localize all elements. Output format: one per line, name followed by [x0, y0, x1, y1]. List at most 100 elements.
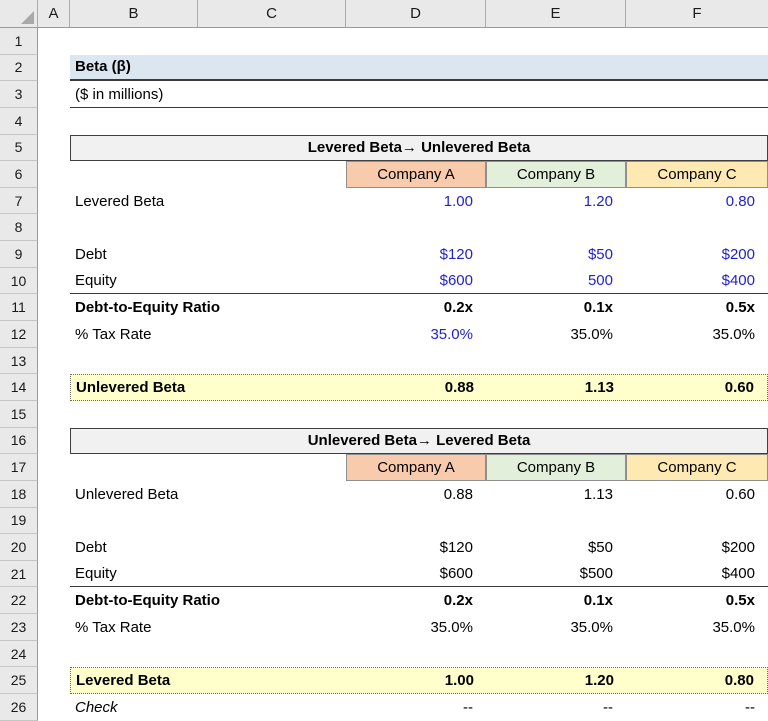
sheet-row-9: 9 Debt $120 $50 $200 [0, 241, 768, 268]
table1-title[interactable]: Levered Beta→ Unlevered Beta [70, 135, 768, 162]
row-header-5[interactable]: 5 [0, 135, 38, 162]
row-header-3[interactable]: 3 [0, 81, 38, 108]
table1-company-a-header[interactable]: Company A [346, 161, 486, 188]
row-header-1[interactable]: 1 [0, 28, 38, 55]
col-header-B[interactable]: B [70, 0, 198, 27]
row-header-7[interactable]: 7 [0, 188, 38, 215]
row-header-13[interactable]: 13 [0, 348, 38, 375]
units-subtitle[interactable]: ($ in millions) [70, 81, 768, 108]
table2-company-b-header[interactable]: Company B [486, 454, 626, 481]
table2-debt-company-a[interactable]: $120 [346, 534, 486, 561]
table1-levered-beta-company-a[interactable]: 1.00 [346, 188, 486, 215]
sheet-row-10: 10 Equity $600 500 $400 [0, 268, 768, 295]
table1-company-c-header[interactable]: Company C [626, 161, 768, 188]
table2-check-label[interactable]: Check [70, 694, 346, 721]
row-header-17[interactable]: 17 [0, 454, 38, 481]
table2-debt-company-b[interactable]: $50 [486, 534, 626, 561]
table1-debt-label[interactable]: Debt [70, 241, 346, 268]
table2-check-company-b[interactable]: -- [486, 694, 626, 721]
table2-debt-label[interactable]: Debt [70, 534, 346, 561]
table2-debt-company-c[interactable]: $200 [626, 534, 768, 561]
sheet-row-26: 26 Check -- -- -- [0, 694, 768, 721]
row-header-8[interactable]: 8 [0, 214, 38, 241]
row-header-15[interactable]: 15 [0, 401, 38, 428]
row-header-4[interactable]: 4 [0, 108, 38, 135]
table2-unlevered-beta-company-c[interactable]: 0.60 [626, 481, 768, 508]
row-header-21[interactable]: 21 [0, 561, 38, 588]
table2-levered-beta-company-c[interactable]: 0.80 [627, 668, 767, 693]
row-header-12[interactable]: 12 [0, 321, 38, 348]
table2-check-company-a[interactable]: -- [346, 694, 486, 721]
table2-de-ratio-company-a[interactable]: 0.2x [346, 587, 486, 614]
col-header-F[interactable]: F [626, 0, 768, 27]
select-all-corner[interactable] [0, 0, 38, 27]
table2-unlevered-beta-company-b[interactable]: 1.13 [486, 481, 626, 508]
table2-tax-rate-label[interactable]: % Tax Rate [70, 614, 346, 641]
table2-equity-company-b[interactable]: $500 [486, 561, 626, 587]
table1-unlevered-beta-label[interactable]: Unlevered Beta [71, 375, 347, 400]
table2-tax-rate-company-b[interactable]: 35.0% [486, 614, 626, 641]
table2-levered-beta-company-b[interactable]: 1.20 [487, 668, 627, 693]
sheet-row-2: 2 Beta (β) [0, 55, 768, 82]
row-header-26[interactable]: 26 [0, 694, 38, 721]
row-header-20[interactable]: 20 [0, 534, 38, 561]
table1-de-ratio-label[interactable]: Debt-to-Equity Ratio [70, 294, 346, 321]
table1-debt-company-a[interactable]: $120 [346, 241, 486, 268]
row-header-23[interactable]: 23 [0, 614, 38, 641]
table1-equity-company-b[interactable]: 500 [486, 268, 626, 294]
table2-equity-company-c[interactable]: $400 [626, 561, 768, 587]
row-header-19[interactable]: 19 [0, 508, 38, 535]
table1-equity-company-c[interactable]: $400 [626, 268, 768, 294]
table1-de-ratio-company-c[interactable]: 0.5x [626, 294, 768, 321]
row-header-25[interactable]: 25 [0, 667, 38, 694]
table2-tax-rate-company-a[interactable]: 35.0% [346, 614, 486, 641]
row-header-2[interactable]: 2 [0, 55, 38, 82]
table2-equity-company-a[interactable]: $600 [346, 561, 486, 587]
table1-debt-company-c[interactable]: $200 [626, 241, 768, 268]
row-header-6[interactable]: 6 [0, 161, 38, 188]
table2-unlevered-beta-company-a[interactable]: 0.88 [346, 481, 486, 508]
table2-levered-beta-label[interactable]: Levered Beta [71, 668, 347, 693]
row-header-22[interactable]: 22 [0, 587, 38, 614]
table1-levered-beta-company-c[interactable]: 0.80 [626, 188, 768, 215]
row-header-24[interactable]: 24 [0, 641, 38, 668]
row-header-10[interactable]: 10 [0, 268, 38, 295]
col-header-D[interactable]: D [346, 0, 486, 27]
table2-levered-beta-company-a[interactable]: 1.00 [347, 668, 487, 693]
table1-equity-company-a[interactable]: $600 [346, 268, 486, 294]
row-header-18[interactable]: 18 [0, 481, 38, 508]
row-header-11[interactable]: 11 [0, 294, 38, 321]
page-title[interactable]: Beta (β) [70, 55, 768, 82]
table1-de-ratio-company-a[interactable]: 0.2x [346, 294, 486, 321]
col-header-A[interactable]: A [38, 0, 70, 27]
table1-de-ratio-company-b[interactable]: 0.1x [486, 294, 626, 321]
table1-levered-beta-company-b[interactable]: 1.20 [486, 188, 626, 215]
table2-de-ratio-company-b[interactable]: 0.1x [486, 587, 626, 614]
table1-company-b-header[interactable]: Company B [486, 161, 626, 188]
table1-unlevered-beta-company-c[interactable]: 0.60 [627, 375, 767, 400]
table2-de-ratio-label[interactable]: Debt-to-Equity Ratio [70, 587, 346, 614]
table2-title[interactable]: Unlevered Beta→ Levered Beta [70, 428, 768, 455]
row-header-14[interactable]: 14 [0, 374, 38, 401]
col-header-E[interactable]: E [486, 0, 626, 27]
table1-tax-rate-company-a[interactable]: 35.0% [346, 321, 486, 348]
table1-levered-beta-label[interactable]: Levered Beta [70, 188, 346, 215]
table2-company-a-header[interactable]: Company A [346, 454, 486, 481]
table2-unlevered-beta-label[interactable]: Unlevered Beta [70, 481, 346, 508]
table1-tax-rate-label[interactable]: % Tax Rate [70, 321, 346, 348]
table2-de-ratio-company-c[interactable]: 0.5x [626, 587, 768, 614]
table2-company-c-header[interactable]: Company C [626, 454, 768, 481]
table2-tax-rate-company-c[interactable]: 35.0% [626, 614, 768, 641]
table1-tax-rate-company-c[interactable]: 35.0% [626, 321, 768, 348]
col-header-C[interactable]: C [198, 0, 346, 27]
table1-unlevered-beta-company-a[interactable]: 0.88 [347, 375, 487, 400]
row-header-16[interactable]: 16 [0, 428, 38, 455]
table1-equity-label[interactable]: Equity [70, 268, 346, 294]
table1-tax-rate-company-b[interactable]: 35.0% [486, 321, 626, 348]
table1-unlevered-beta-company-b[interactable]: 1.13 [487, 375, 627, 400]
table2-check-company-c[interactable]: -- [626, 694, 768, 721]
sheet-row-16: 16 Unlevered Beta→ Levered Beta [0, 428, 768, 455]
row-header-9[interactable]: 9 [0, 241, 38, 268]
table1-debt-company-b[interactable]: $50 [486, 241, 626, 268]
table2-equity-label[interactable]: Equity [70, 561, 346, 587]
